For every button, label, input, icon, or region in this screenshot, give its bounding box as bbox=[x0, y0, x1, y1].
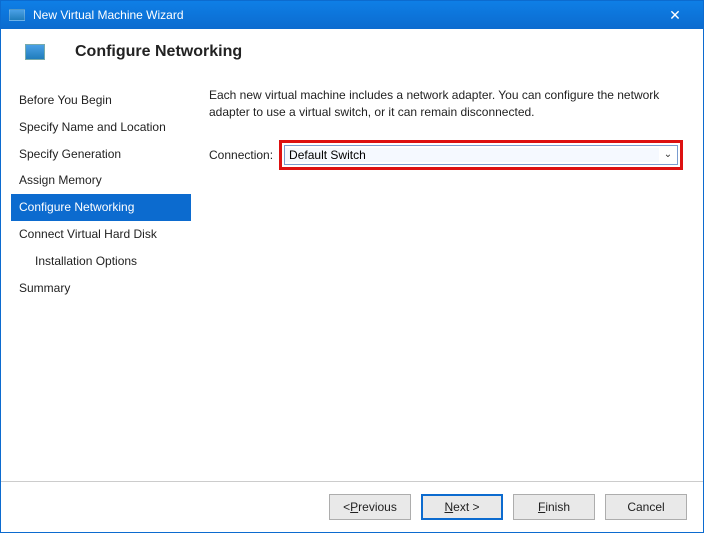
cancel-button[interactable]: Cancel bbox=[605, 494, 687, 520]
window-title: New Virtual Machine Wizard bbox=[33, 8, 655, 22]
connection-value: Default Switch bbox=[285, 148, 659, 162]
step-summary[interactable]: Summary bbox=[11, 275, 191, 302]
content-pane: Each new virtual machine includes a netw… bbox=[191, 79, 693, 481]
finish-button[interactable]: Finish bbox=[513, 494, 595, 520]
step-specify-generation[interactable]: Specify Generation bbox=[11, 141, 191, 168]
chevron-down-icon[interactable]: ⌄ bbox=[659, 149, 677, 160]
page-header: Configure Networking bbox=[1, 29, 703, 79]
description-text: Each new virtual machine includes a netw… bbox=[209, 87, 683, 122]
next-button[interactable]: Next > bbox=[421, 494, 503, 520]
step-specify-name-location[interactable]: Specify Name and Location bbox=[11, 114, 191, 141]
previous-button[interactable]: < Previous bbox=[329, 494, 411, 520]
titlebar: New Virtual Machine Wizard ✕ bbox=[1, 1, 703, 29]
connection-highlight: Default Switch ⌄ bbox=[279, 140, 683, 170]
header-icon bbox=[25, 44, 45, 60]
connection-row: Connection: Default Switch ⌄ bbox=[209, 140, 683, 170]
wizard-window: New Virtual Machine Wizard ✕ Configure N… bbox=[0, 0, 704, 533]
step-assign-memory[interactable]: Assign Memory bbox=[11, 167, 191, 194]
connection-combobox[interactable]: Default Switch ⌄ bbox=[284, 145, 678, 165]
step-connect-virtual-hard-disk[interactable]: Connect Virtual Hard Disk bbox=[11, 221, 191, 248]
page-title: Configure Networking bbox=[75, 43, 242, 61]
close-button[interactable]: ✕ bbox=[655, 7, 695, 24]
step-configure-networking[interactable]: Configure Networking bbox=[11, 194, 191, 221]
app-icon bbox=[9, 9, 25, 21]
step-sidebar: Before You Begin Specify Name and Locati… bbox=[11, 79, 191, 481]
wizard-body: Before You Begin Specify Name and Locati… bbox=[1, 79, 703, 481]
footer: < Previous Next > Finish Cancel bbox=[1, 481, 703, 532]
connection-label: Connection: bbox=[209, 148, 273, 162]
step-before-you-begin[interactable]: Before You Begin bbox=[11, 87, 191, 114]
step-installation-options[interactable]: Installation Options bbox=[11, 248, 191, 275]
